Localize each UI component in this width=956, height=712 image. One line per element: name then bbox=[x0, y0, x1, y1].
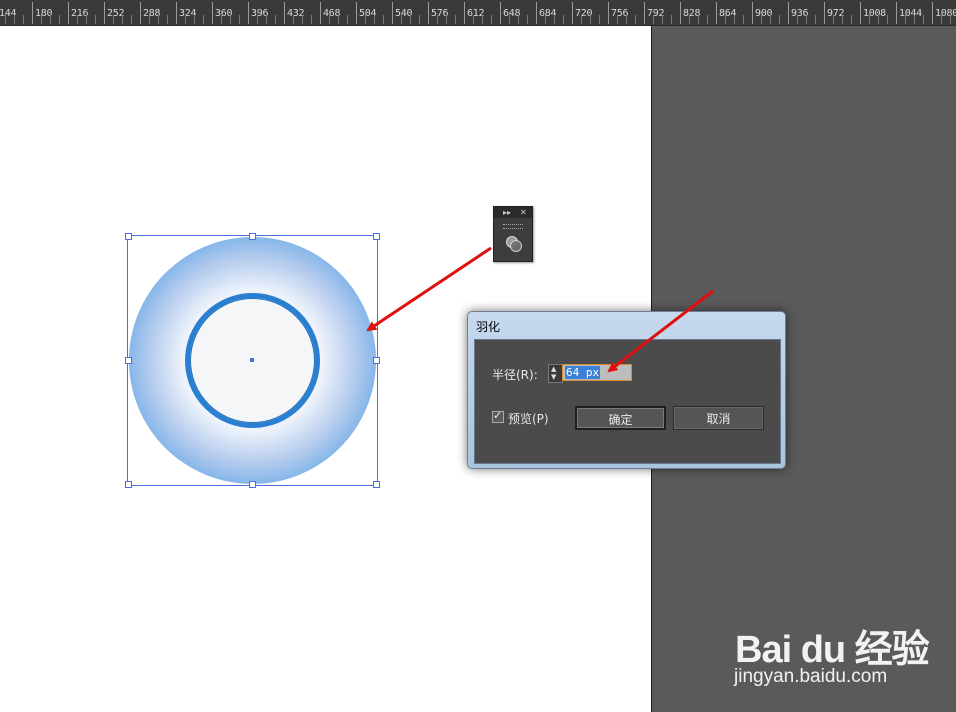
arrow-to-radius-input bbox=[607, 289, 714, 373]
watermark-url: jingyan.baidu.com bbox=[734, 666, 888, 687]
annotation-arrows bbox=[366, 246, 714, 373]
arrow-to-circle bbox=[366, 246, 492, 332]
baidu-jingyan-watermark: Bai du 经验 jingyan.baidu.com bbox=[730, 608, 940, 693]
watermark-brand: Bai du 经验 bbox=[735, 629, 930, 671]
